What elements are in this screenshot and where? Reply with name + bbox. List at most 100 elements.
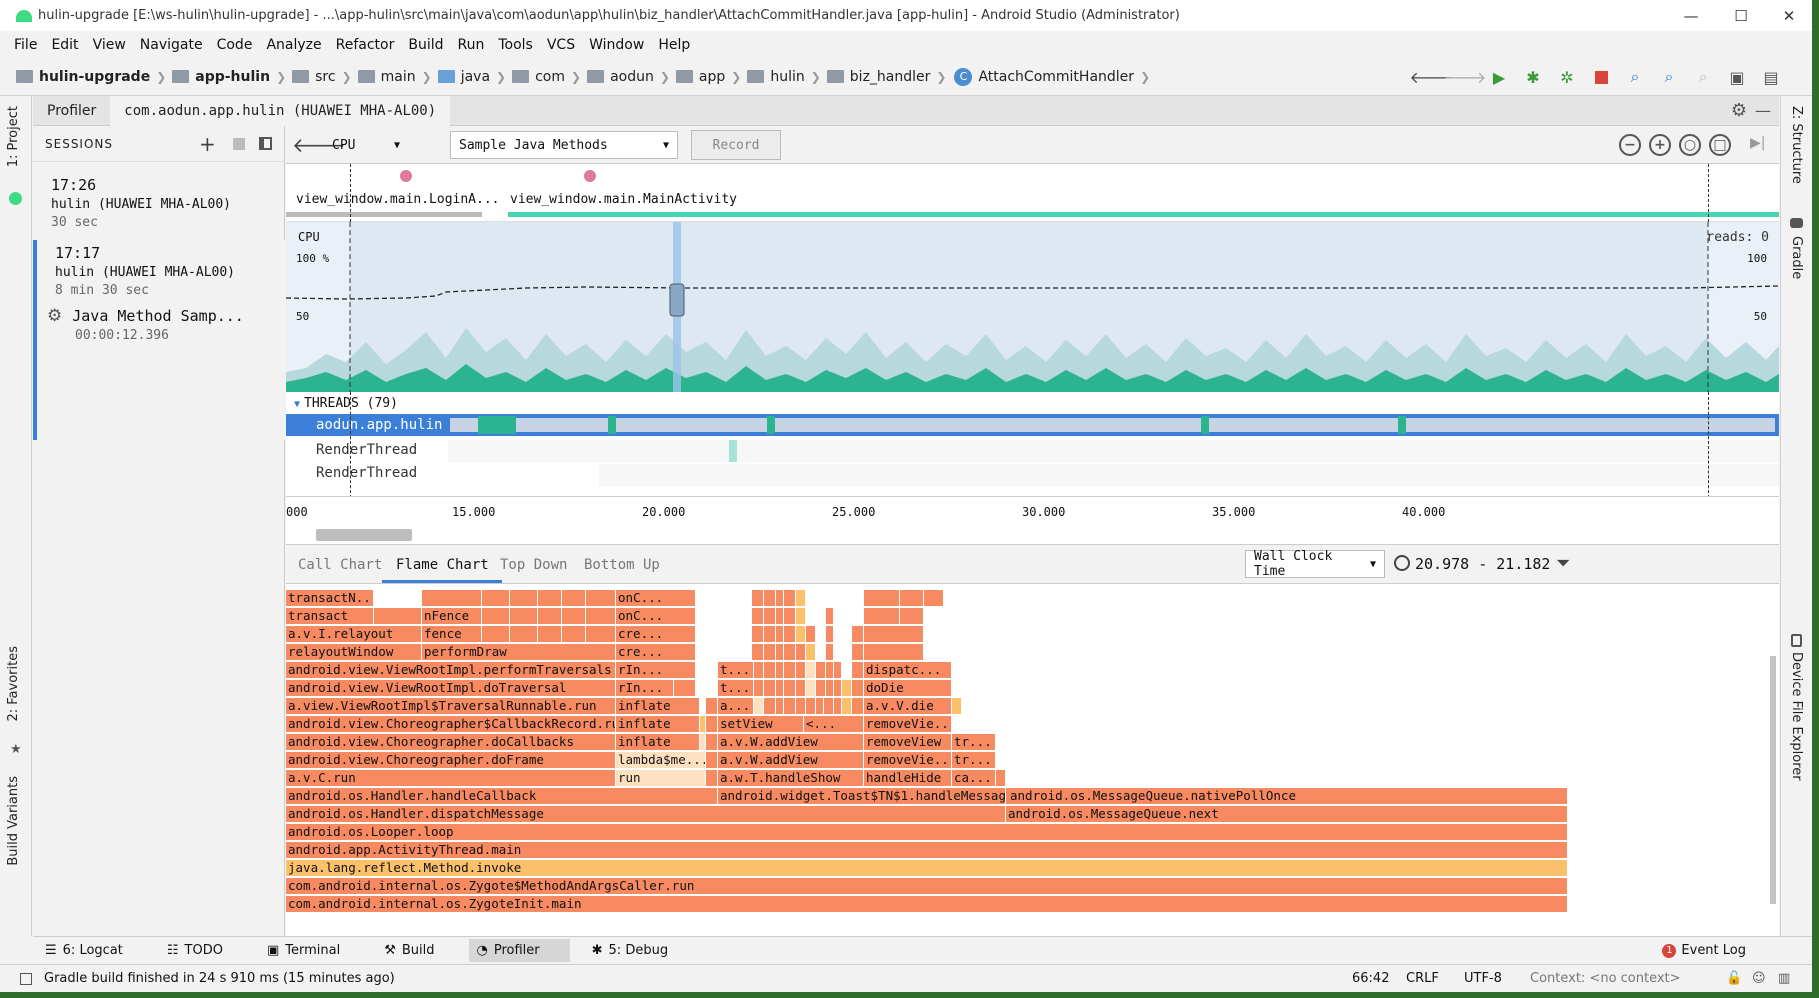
tab-flame-chart[interactable]: Flame Chart [396, 557, 489, 573]
tab-project[interactable]: 1: Project [6, 106, 21, 167]
breadcrumb-src[interactable]: src ❯ [290, 69, 352, 85]
thread-name[interactable]: RenderThread [316, 442, 417, 458]
flame-frame[interactable] [776, 590, 784, 606]
reset-zoom-icon[interactable]: ○ [1679, 134, 1701, 156]
flame-frame[interactable] [864, 608, 900, 624]
activity-label[interactable]: view_window.main.MainActivity [510, 192, 737, 207]
flame-frame[interactable] [706, 716, 718, 732]
flame-frame[interactable]: dispatc... [864, 662, 952, 678]
flame-frame[interactable]: transactN... [286, 590, 374, 606]
flame-frame[interactable]: t... [718, 680, 754, 696]
flame-frame[interactable]: com.android.internal.os.Zygote$MethodAnd… [286, 878, 1568, 894]
flame-frame[interactable]: a.v.W.addView [718, 752, 864, 768]
flame-frame[interactable]: transact [286, 608, 374, 624]
tab-structure[interactable]: Z: Structure [1789, 106, 1804, 184]
breadcrumb-aodun[interactable]: aodun ❯ [585, 69, 670, 85]
flame-frame[interactable] [586, 608, 616, 624]
flame-frame[interactable] [510, 608, 538, 624]
tool-debug[interactable]: ✱ 5: Debug [592, 943, 690, 958]
flame-frame[interactable]: android.os.MessageQueue.nativePollOnce [1008, 788, 1568, 804]
device-manager-icon[interactable]: ▣ [1726, 66, 1748, 88]
flame-frame[interactable]: fence [422, 626, 482, 642]
flame-frame[interactable] [674, 680, 696, 696]
flame-frame[interactable] [784, 662, 796, 678]
flame-frame[interactable]: java.lang.reflect.Method.invoke [286, 860, 1568, 876]
flame-frame[interactable] [752, 608, 764, 624]
flame-frame[interactable] [864, 626, 924, 642]
flame-frame[interactable] [776, 698, 784, 714]
flame-frame[interactable]: android.view.ViewRootImpl.performTravers… [286, 662, 616, 678]
flame-frame[interactable]: android.os.MessageQueue.next [1006, 806, 1568, 822]
hide-icon[interactable]: — [1755, 101, 1771, 120]
flame-frame[interactable]: cre... [616, 626, 696, 642]
flame-frame[interactable] [764, 698, 776, 714]
flame-frame[interactable]: nFence [422, 608, 482, 624]
flame-frame[interactable]: removeVie... [864, 716, 952, 732]
flame-frame[interactable] [826, 680, 834, 696]
flame-frame[interactable]: a.v.V.die [864, 698, 952, 714]
flame-frame[interactable] [852, 644, 864, 660]
breadcrumb-biz-handler[interactable]: biz_handler ❯ [825, 69, 946, 85]
flame-frame[interactable] [826, 626, 834, 642]
flame-frame[interactable] [924, 590, 944, 606]
menu-file[interactable]: File [14, 37, 37, 53]
tool-logcat[interactable]: ☰ 6: Logcat [45, 943, 145, 958]
cpu-usage-chart[interactable]: CPU App: N/A Others: N/A Threads: 0 100 … [286, 222, 1779, 392]
flame-frame[interactable] [816, 698, 824, 714]
session-item[interactable]: 17:26 hulin (HUAWEI MHA-AL00) 30 sec [33, 176, 285, 230]
flame-frame[interactable] [754, 698, 764, 714]
menu-refactor[interactable]: Refactor [336, 37, 395, 53]
menu-vcs[interactable]: VCS [547, 37, 575, 53]
flame-frame[interactable]: android.view.Choreographer$CallbackRecor… [286, 716, 616, 732]
menu-navigate[interactable]: Navigate [140, 37, 203, 53]
flame-frame[interactable] [776, 626, 784, 642]
flame-frame[interactable] [816, 680, 826, 696]
flame-frame[interactable]: onC... [616, 608, 696, 624]
maximize-button[interactable]: ☐ [1718, 0, 1764, 31]
flame-frame[interactable] [776, 644, 784, 660]
breadcrumb-app[interactable]: app ❯ [674, 69, 741, 85]
flame-frame[interactable]: rIn... [616, 680, 674, 696]
flame-frame[interactable] [784, 680, 796, 696]
flame-frame[interactable] [826, 608, 834, 624]
flame-frame[interactable] [806, 680, 816, 696]
flame-frame[interactable]: onC... [616, 590, 696, 606]
flame-frame[interactable] [764, 626, 776, 642]
flame-frame[interactable] [776, 608, 784, 624]
timeline-scrollbar[interactable] [316, 529, 412, 541]
flame-frame[interactable] [482, 608, 510, 624]
flame-frame[interactable]: android.view.ViewRootImpl.doTraversal [286, 680, 616, 696]
menu-edit[interactable]: Edit [51, 37, 78, 53]
flame-frame[interactable]: doDie [864, 680, 952, 696]
activity-label[interactable]: view_window.main.LoginA... [296, 192, 500, 207]
flame-frame[interactable] [562, 590, 586, 606]
flame-frame[interactable] [706, 734, 718, 750]
tab-favorites[interactable]: 2: Favorites [6, 646, 21, 722]
flame-frame[interactable]: android.os.Handler.dispatchMessage [286, 806, 1006, 822]
menu-analyze[interactable]: Analyze [266, 37, 321, 53]
flame-frame[interactable]: inflate [616, 716, 700, 732]
flame-frame[interactable] [586, 626, 616, 642]
flame-frame[interactable]: a.w.T.handleShow [718, 770, 864, 786]
tab-top-down[interactable]: Top Down [500, 557, 567, 573]
search-icon[interactable]: ⌕ [1624, 66, 1646, 88]
flame-frame[interactable] [852, 626, 864, 642]
flame-frame[interactable] [776, 680, 784, 696]
menu-code[interactable]: Code [217, 37, 253, 53]
session-item-selected[interactable]: 17:17 hulin (HUAWEI MHA-AL00) 8 min 30 s… [33, 240, 285, 440]
tool-build[interactable]: ⚒ Build [384, 943, 456, 958]
flame-frame[interactable] [852, 698, 864, 714]
back-arrow-icon[interactable]: 🡐 [1410, 66, 1453, 88]
flame-frame[interactable] [754, 662, 764, 678]
breadcrumb-com[interactable]: com ❯ [510, 69, 581, 85]
flame-frame[interactable]: android.view.Choreographer.doCallbacks [286, 734, 616, 750]
flame-frame[interactable]: cre... [616, 644, 696, 660]
flame-frame[interactable] [806, 662, 816, 678]
flame-frame[interactable] [806, 644, 816, 660]
tab-call-chart[interactable]: Call Chart [298, 557, 382, 573]
flame-frame[interactable]: run [616, 770, 706, 786]
flame-frame[interactable] [852, 680, 864, 696]
flame-frame[interactable] [784, 626, 796, 642]
flame-frame[interactable] [796, 698, 806, 714]
collapse-panel-icon[interactable] [259, 137, 272, 150]
